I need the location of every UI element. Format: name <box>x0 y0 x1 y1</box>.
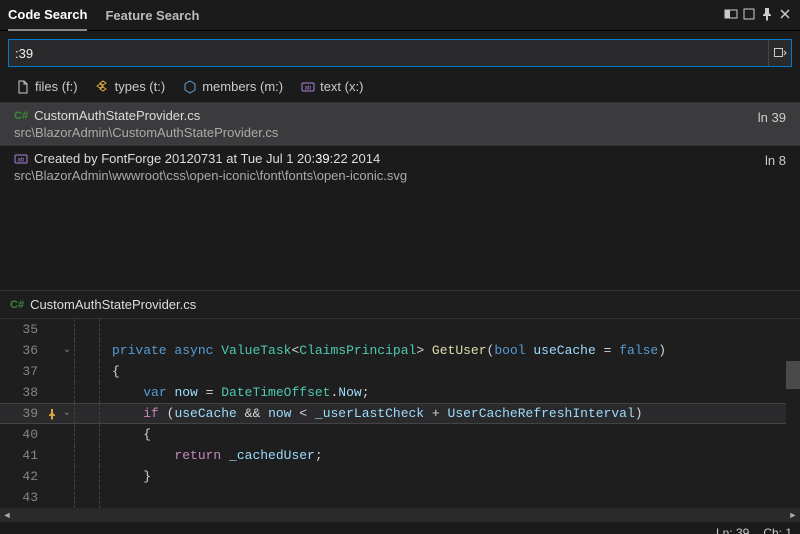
filter-text-label: text (x:) <box>320 79 363 94</box>
tab-feature-search[interactable]: Feature Search <box>105 0 199 30</box>
indent-guide <box>74 319 100 340</box>
members-icon <box>183 80 197 94</box>
search-options-dropdown[interactable] <box>768 40 791 66</box>
code-text: if (useCache && now < _userLastCheck + U… <box>112 403 643 424</box>
result-path: src\BlazorAdmin\wwwroot\css\open-iconic\… <box>14 168 786 183</box>
code-line[interactable]: 38 var now = DateTimeOffset.Now; <box>0 382 800 403</box>
code-line[interactable]: 36 ⌄ private async ValueTask<ClaimsPrincip… <box>0 340 800 361</box>
tab-code-search[interactable]: Code Search <box>8 0 87 31</box>
text-icon: ab <box>301 80 315 94</box>
status-col: Ch: 1 <box>763 526 792 534</box>
result-path: src\BlazorAdmin\CustomAuthStateProvider.… <box>14 125 786 140</box>
indent-guide <box>74 424 100 445</box>
statusbar: Ln: 39 Ch: 1 <box>0 522 800 534</box>
indent-guide <box>74 340 100 361</box>
search-box <box>8 39 792 67</box>
close-icon[interactable] <box>778 7 792 24</box>
search-result[interactable]: C# CustomAuthStateProvider.cs src\BlazorAd… <box>0 102 800 145</box>
indent-guide <box>74 445 100 466</box>
editor-tab-label: CustomAuthStateProvider.cs <box>30 297 196 312</box>
code-editor[interactable]: 3536 ⌄ private async ValueTask<ClaimsPrinc… <box>0 319 800 508</box>
minimap-thumb[interactable] <box>786 361 800 389</box>
code-text: } <box>112 466 151 487</box>
filter-types-label: types (t:) <box>115 79 166 94</box>
editor-zone: C# CustomAuthStateProvider.cs 3536 ⌄ priva… <box>0 290 800 522</box>
code-line[interactable]: 41 return _cachedUser; <box>0 445 800 466</box>
svg-text:ab: ab <box>305 85 312 91</box>
result-line-label: ln 39 <box>758 110 786 125</box>
code-line[interactable]: 35 <box>0 319 800 340</box>
line-number: 41 <box>0 445 44 466</box>
search-result[interactable]: ab Created by FontForge 20120731 at Tue J… <box>0 145 800 188</box>
filter-members-label: members (m:) <box>202 79 283 94</box>
status-line: Ln: 39 <box>716 526 749 534</box>
window-restore-icon[interactable] <box>742 7 756 24</box>
titlebar-tabs: Code Search Feature Search <box>8 0 199 30</box>
line-number: 43 <box>0 487 44 508</box>
line-number: 36 <box>0 340 44 361</box>
search-input[interactable] <box>9 45 768 62</box>
line-number: 42 <box>0 466 44 487</box>
editor-tab[interactable]: C# CustomAuthStateProvider.cs <box>0 291 800 319</box>
indent-guide <box>74 382 100 403</box>
code-line[interactable]: 39 ⌄ if (useCache && now < _userLastCheck… <box>0 403 800 424</box>
result-title: CustomAuthStateProvider.cs <box>34 108 200 123</box>
code-line[interactable]: 43 <box>0 487 800 508</box>
window-pin-icon[interactable] <box>760 7 774 24</box>
scroll-left-icon[interactable]: ◄ <box>2 510 12 520</box>
code-text: { <box>112 361 120 382</box>
titlebar: Code Search Feature Search <box>0 0 800 31</box>
file-icon <box>16 80 30 94</box>
line-number: 39 <box>0 403 44 424</box>
code-text: { <box>112 424 151 445</box>
indent-guide <box>74 487 100 508</box>
fold-toggle[interactable]: ⌄ <box>60 403 74 424</box>
text-icon: ab <box>14 152 28 166</box>
code-text: return _cachedUser; <box>112 445 323 466</box>
code-text: var now = DateTimeOffset.Now; <box>112 382 370 403</box>
indent-guide <box>74 403 100 424</box>
filter-bar: files (f:) types (t:) members (m:) ab te… <box>0 75 800 102</box>
csharp-icon: C# <box>10 299 24 311</box>
csharp-icon: C# <box>14 110 28 122</box>
filter-files-label: files (f:) <box>35 79 78 94</box>
fold-toggle[interactable]: ⌄ <box>60 340 74 361</box>
filter-types[interactable]: types (t:) <box>96 79 166 94</box>
filter-files[interactable]: files (f:) <box>16 79 78 94</box>
window-controls <box>724 7 792 24</box>
line-number: 37 <box>0 361 44 382</box>
types-icon <box>96 80 110 94</box>
filter-members[interactable]: members (m:) <box>183 79 283 94</box>
result-title: Created by FontForge 20120731 at Tue Jul… <box>34 151 380 166</box>
horizontal-scrollbar[interactable]: ◄ ► <box>0 508 800 522</box>
result-line-label: ln 8 <box>765 153 786 168</box>
indent-guide <box>74 361 100 382</box>
results-list: C# CustomAuthStateProvider.cs src\BlazorAd… <box>0 102 800 188</box>
window-dock-icon[interactable] <box>724 7 738 24</box>
line-number: 40 <box>0 424 44 445</box>
code-text: private async ValueTask<ClaimsPrincipal>… <box>112 340 666 361</box>
pin-icon <box>46 408 58 420</box>
scroll-right-icon[interactable]: ► <box>788 510 798 520</box>
code-line[interactable]: 37 { <box>0 361 800 382</box>
filter-text[interactable]: ab text (x:) <box>301 79 363 94</box>
line-number: 38 <box>0 382 44 403</box>
indent-guide <box>74 466 100 487</box>
code-line[interactable]: 40 { <box>0 424 800 445</box>
line-number: 35 <box>0 319 44 340</box>
code-line[interactable]: 42 } <box>0 466 800 487</box>
results-spacer <box>0 188 800 290</box>
minimap[interactable] <box>786 319 800 508</box>
svg-text:ab: ab <box>18 157 25 163</box>
